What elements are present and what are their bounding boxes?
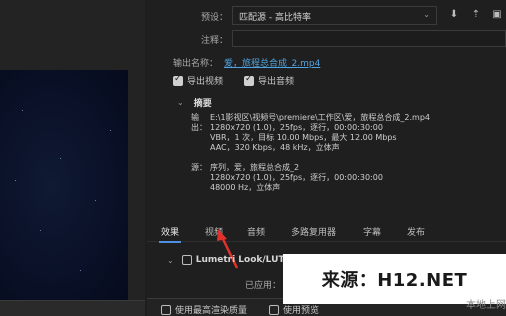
watermark-text: 来源：H12.NET <box>321 270 468 291</box>
preview-footer <box>0 300 145 316</box>
checkbox-unchecked-icon <box>269 304 279 315</box>
max-render-quality-checkbox[interactable]: 使用最高渲染质量 <box>161 303 247 316</box>
lumetri-row[interactable]: ⌄ Lumetri Look/LUT <box>167 255 285 265</box>
chevron-down-icon: ⌄ <box>167 255 174 265</box>
checkbox-unchecked-icon <box>161 304 171 315</box>
video-preview <box>0 70 128 300</box>
watermark-subtext: 本地上网 <box>466 300 506 311</box>
max-render-quality-label: 使用最高渲染质量 <box>175 306 248 316</box>
use-previews-checkbox[interactable]: 使用预览 <box>269 303 319 316</box>
preview-panel <box>0 0 145 316</box>
lumetri-label: Lumetri Look/LUT <box>195 255 285 265</box>
applied-label: 已应用： <box>245 281 282 291</box>
checkbox-unchecked-icon[interactable] <box>181 255 192 265</box>
use-previews-label: 使用预览 <box>283 306 320 316</box>
